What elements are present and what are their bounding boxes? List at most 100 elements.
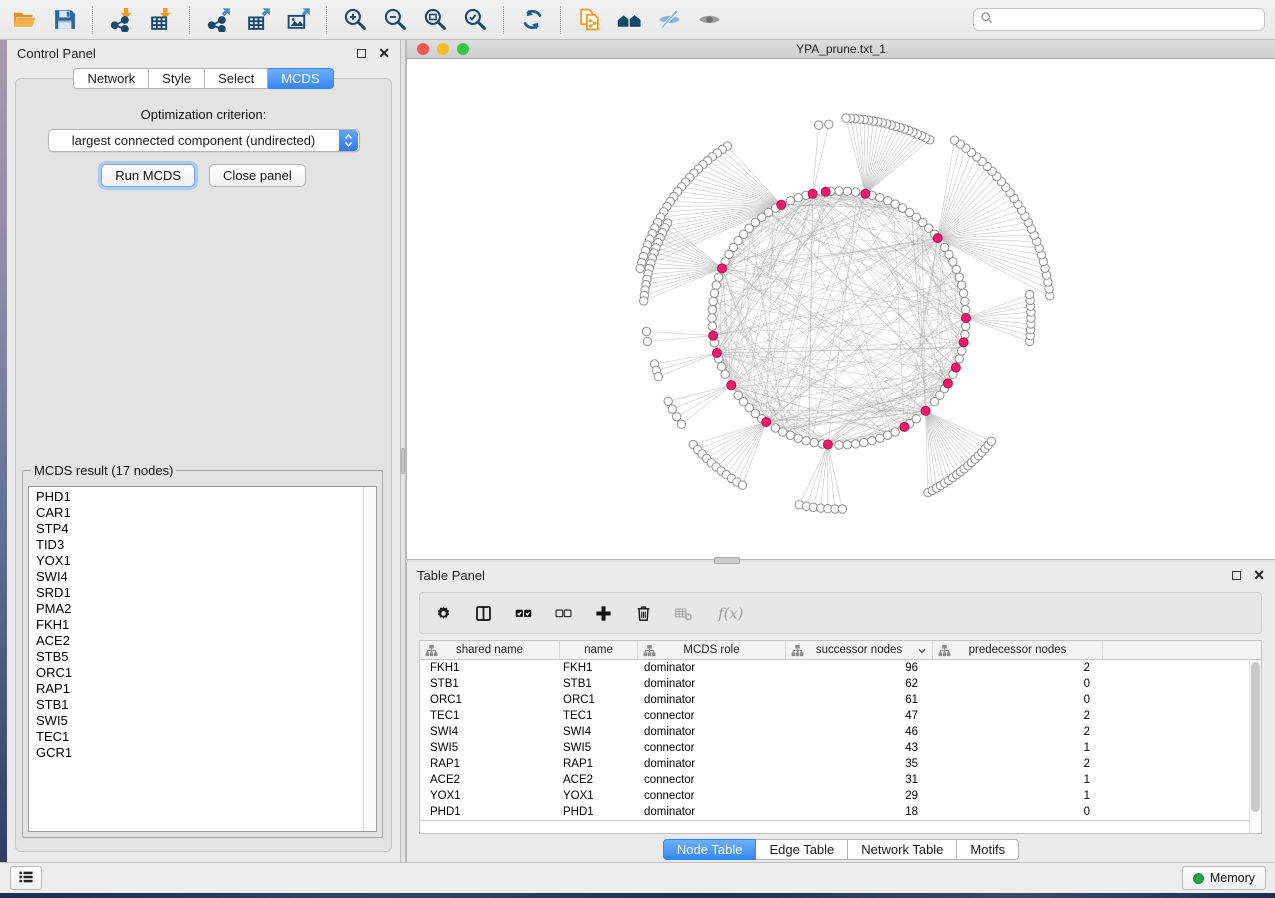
- cell[interactable]: dominator: [637, 692, 785, 708]
- cell[interactable]: dominator: [637, 756, 785, 772]
- cell[interactable]: 0: [932, 676, 1102, 692]
- table-row[interactable]: YOX1YOX1connector291: [420, 788, 1261, 804]
- cell[interactable]: STB1: [559, 676, 637, 692]
- cell[interactable]: ACE2: [559, 772, 637, 788]
- network-node[interactable]: [959, 289, 967, 297]
- cell[interactable]: SWI4: [420, 724, 559, 740]
- cell[interactable]: ORC1: [420, 692, 559, 708]
- network-node[interactable]: [891, 428, 899, 436]
- network-edge[interactable]: [647, 332, 714, 336]
- close-panel-icon[interactable]: ✕: [378, 46, 390, 60]
- network-node[interactable]: [786, 197, 794, 205]
- task-history-button[interactable]: [10, 866, 42, 890]
- cell[interactable]: 1: [932, 740, 1102, 756]
- network-edge[interactable]: [966, 318, 1031, 330]
- show-all-button[interactable]: [692, 4, 726, 36]
- zoom-out-button[interactable]: [378, 4, 412, 36]
- table-row[interactable]: STB1STB1dominator620: [420, 676, 1261, 692]
- mcds-hub-node[interactable]: [962, 314, 971, 323]
- float-panel-icon[interactable]: [1232, 571, 1241, 580]
- cell[interactable]: 0: [932, 692, 1102, 708]
- network-edge[interactable]: [693, 422, 766, 445]
- mcds-result-item[interactable]: TID3: [36, 537, 376, 553]
- network-node[interactable]: [950, 136, 958, 144]
- table-row[interactable]: SWI4SWI4dominator462: [420, 724, 1261, 740]
- column-header-mcds-role[interactable]: MCDS role: [637, 641, 785, 660]
- zoom-window-icon[interactable]: [457, 43, 469, 55]
- network-edge[interactable]: [865, 131, 908, 194]
- save-button[interactable]: [47, 4, 81, 36]
- network-edge[interactable]: [665, 228, 722, 269]
- network-node[interactable]: [677, 420, 685, 428]
- mcds-hub-node[interactable]: [933, 234, 942, 243]
- mcds-hub-node[interactable]: [951, 363, 960, 372]
- network-node[interactable]: [955, 355, 963, 363]
- tab-style[interactable]: Style: [149, 68, 205, 89]
- network-node[interactable]: [640, 297, 648, 305]
- mcds-result-item[interactable]: ORC1: [36, 665, 376, 681]
- minimize-window-icon[interactable]: [437, 43, 449, 55]
- cell[interactable]: connector: [637, 788, 785, 804]
- mcds-hub-node[interactable]: [727, 381, 736, 390]
- network-node[interactable]: [664, 397, 672, 405]
- cell[interactable]: dominator: [637, 660, 785, 676]
- first-neighbors-button[interactable]: [612, 4, 646, 36]
- cell[interactable]: 31: [785, 772, 932, 788]
- zoom-selected-button[interactable]: [458, 4, 492, 36]
- mcds-result-item[interactable]: ACE2: [36, 633, 376, 649]
- cell[interactable]: connector: [637, 708, 785, 724]
- tab-motifs[interactable]: Motifs: [957, 839, 1019, 860]
- cell[interactable]: 2: [932, 724, 1102, 740]
- table-row[interactable]: SWI5SWI5connector431: [420, 740, 1261, 756]
- network-edge[interactable]: [721, 422, 766, 471]
- optimization-criterion-select[interactable]: largest connected component (undirected): [48, 129, 360, 152]
- hide-selected-button[interactable]: [652, 4, 686, 36]
- network-node[interactable]: [962, 322, 970, 330]
- cell[interactable]: 2: [932, 708, 1102, 724]
- network-edge[interactable]: [799, 445, 828, 505]
- network-node[interactable]: [912, 415, 920, 423]
- mcds-hub-node[interactable]: [712, 349, 721, 358]
- mcds-hub-node[interactable]: [808, 189, 817, 198]
- network-node[interactable]: [962, 306, 970, 314]
- network-edge[interactable]: [717, 191, 846, 353]
- cell[interactable]: YOX1: [420, 788, 559, 804]
- network-node[interactable]: [883, 197, 891, 205]
- cell[interactable]: connector: [637, 772, 785, 788]
- table-row[interactable]: RAP1RAP1dominator352: [420, 756, 1261, 772]
- splitter-grip[interactable]: [714, 557, 740, 564]
- zoom-in-button[interactable]: [338, 4, 372, 36]
- network-edge[interactable]: [938, 238, 1042, 255]
- network-node[interactable]: [794, 194, 802, 202]
- network-edge[interactable]: [668, 385, 731, 401]
- network-edge[interactable]: [865, 138, 925, 194]
- cell[interactable]: 61: [785, 692, 932, 708]
- network-edge[interactable]: [813, 125, 819, 194]
- network-edge[interactable]: [813, 124, 829, 194]
- cell[interactable]: dominator: [637, 804, 785, 820]
- cell[interactable]: 2: [932, 756, 1102, 772]
- mcds-hub-node[interactable]: [959, 338, 968, 347]
- cell[interactable]: STB1: [420, 676, 559, 692]
- cell[interactable]: 1: [932, 788, 1102, 804]
- network-node[interactable]: [868, 437, 876, 445]
- network-edge[interactable]: [966, 306, 1031, 318]
- duplicate-network-button[interactable]: [572, 4, 606, 36]
- cell[interactable]: FKH1: [420, 660, 559, 676]
- network-edge[interactable]: [966, 295, 1030, 318]
- mcds-result-item[interactable]: PHD1: [36, 489, 376, 505]
- network-node[interactable]: [860, 438, 868, 446]
- memory-button[interactable]: Memory: [1182, 866, 1266, 890]
- cell[interactable]: YOX1: [559, 788, 637, 804]
- tab-network[interactable]: Network: [73, 68, 149, 89]
- network-edge[interactable]: [865, 134, 917, 194]
- column-header-predecessor-nodes[interactable]: predecessor nodes: [932, 641, 1102, 660]
- network-node[interactable]: [708, 306, 716, 314]
- cell[interactable]: PHD1: [420, 804, 559, 820]
- mcds-hub-node[interactable]: [921, 406, 930, 415]
- column-header-successor-nodes[interactable]: successor nodes: [785, 641, 932, 660]
- network-node[interactable]: [636, 264, 644, 272]
- network-edge[interactable]: [865, 126, 895, 194]
- network-edge[interactable]: [646, 268, 722, 284]
- mcds-result-item[interactable]: YOX1: [36, 553, 376, 569]
